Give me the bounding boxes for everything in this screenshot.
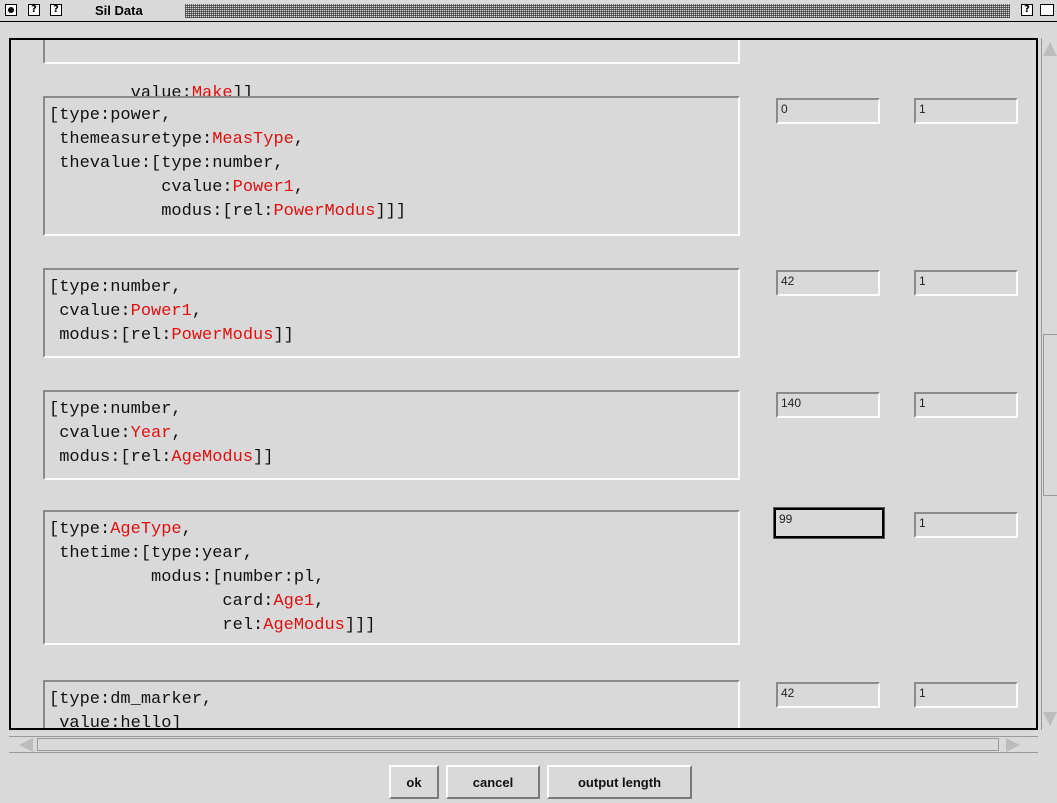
code-token: cvalue: xyxy=(49,424,131,443)
code-token: modus:[rel: xyxy=(49,202,274,221)
scroll-right-icon[interactable] xyxy=(1006,738,1020,752)
count-field-1[interactable]: 0 xyxy=(776,98,880,124)
code-token: ]] xyxy=(273,326,294,345)
ok-button[interactable]: ok xyxy=(389,765,439,799)
code-token: modus:[rel: xyxy=(49,448,172,467)
code-token: [type:number, xyxy=(49,400,182,419)
box-line: [type:dm_marker, xyxy=(49,688,738,712)
help-icon-right[interactable]: ? xyxy=(1021,4,1033,16)
code-token: , xyxy=(293,130,305,149)
code-token: thevalue:[type:number, xyxy=(49,154,284,173)
code-token: cvalue: xyxy=(49,178,233,197)
box-line: [type:power, xyxy=(49,104,738,128)
cancel-button[interactable]: cancel xyxy=(446,765,540,799)
data-box-0[interactable]: value:Make]] xyxy=(43,40,740,103)
code-token: ]] xyxy=(253,448,274,467)
code-token: card: xyxy=(49,592,274,611)
code-token: rel: xyxy=(49,616,264,635)
code-token: , xyxy=(293,178,305,197)
box-line: [type:number, xyxy=(49,398,738,422)
box-line: cvalue:Power1, xyxy=(49,176,738,200)
title-bar: ? ? Sil Data ? xyxy=(0,0,1057,22)
count-field-4[interactable]: 99 xyxy=(773,507,885,539)
box-line: modus:[rel:AgeModus]] xyxy=(49,446,738,470)
box-line: modus:[number:pl, xyxy=(49,566,738,590)
box-line: modus:[rel:PowerModus]] xyxy=(49,324,738,348)
box-line: thetime:[type:year, xyxy=(49,542,738,566)
code-token: , xyxy=(171,424,182,443)
box-line: [type:AgeType, xyxy=(49,518,738,542)
data-box-5[interactable]: [type:dm_marker, value:hello] xyxy=(43,680,740,730)
code-token: ]]] xyxy=(344,616,376,635)
horizontal-scrollbar[interactable] xyxy=(9,736,1038,753)
scroll-down-icon[interactable] xyxy=(1043,712,1057,726)
help-icon-2[interactable]: ? xyxy=(50,4,62,16)
variable-token: Power1 xyxy=(130,302,192,321)
code-token: ]]] xyxy=(375,202,407,221)
box-line: [type:number, xyxy=(49,276,738,300)
output-length-button[interactable]: output length xyxy=(547,765,692,799)
code-token: [type:dm_marker, xyxy=(49,690,213,709)
data-box-3[interactable]: [type:number, cvalue:Year, modus:[rel:Ag… xyxy=(43,390,740,480)
weight-field-2[interactable]: 1 xyxy=(914,270,1018,296)
vertical-scroll-thumb[interactable] xyxy=(1043,334,1057,496)
box-line: value:hello] xyxy=(49,712,738,730)
code-token: cvalue: xyxy=(49,302,131,321)
help-icon[interactable]: ? xyxy=(28,4,40,16)
window-title: Sil Data xyxy=(95,3,143,18)
weight-field-3[interactable]: 1 xyxy=(914,392,1018,418)
code-token: modus:[number:pl, xyxy=(49,568,325,587)
scroll-left-icon[interactable] xyxy=(19,738,33,752)
code-token: thetime:[type:year, xyxy=(49,544,254,563)
weight-field-5[interactable]: 1 xyxy=(914,682,1018,708)
box-line: themeasuretype:MeasType, xyxy=(49,128,738,152)
scroll-up-icon[interactable] xyxy=(1043,42,1057,56)
vertical-scrollbar[interactable] xyxy=(1041,38,1057,730)
variable-token: PowerModus xyxy=(171,326,274,345)
window-menu-icon[interactable] xyxy=(5,4,17,16)
box-line: thevalue:[type:number, xyxy=(49,152,738,176)
variable-token: MeasType xyxy=(212,130,294,149)
variable-token: AgeModus xyxy=(263,616,345,635)
variable-token: Age1 xyxy=(273,592,315,611)
code-token: , xyxy=(181,520,192,539)
box-line: cvalue:Year, xyxy=(49,422,738,446)
variable-token: AgeModus xyxy=(171,448,254,467)
code-token: [type:number, xyxy=(49,278,182,297)
box-line: rel:AgeModus]]] xyxy=(49,614,738,638)
code-token: value:hello] xyxy=(49,714,182,730)
variable-token: Year xyxy=(130,424,172,443)
maximize-icon[interactable] xyxy=(1040,4,1054,16)
count-field-2[interactable]: 42 xyxy=(776,270,880,296)
weight-field-4[interactable]: 1 xyxy=(914,512,1018,538)
box-line: modus:[rel:PowerModus]]] xyxy=(49,200,738,224)
code-token: , xyxy=(191,302,203,321)
variable-token: AgeType xyxy=(110,520,182,539)
data-scroll-area[interactable]: value:Make]] [type:power, themeasuretype… xyxy=(9,38,1038,730)
data-box-4[interactable]: [type:AgeType, thetime:[type:year, modus… xyxy=(43,510,740,645)
code-token: themeasuretype: xyxy=(49,130,213,149)
data-box-2[interactable]: [type:number, cvalue:Power1, modus:[rel:… xyxy=(43,268,740,358)
horizontal-scroll-thumb[interactable] xyxy=(37,738,999,751)
code-token: modus:[rel: xyxy=(49,326,172,345)
code-token: [type:power, xyxy=(49,106,172,125)
code-token: , xyxy=(314,592,325,611)
weight-field-1[interactable]: 1 xyxy=(914,98,1018,124)
data-box-1[interactable]: [type:power, themeasuretype:MeasType, th… xyxy=(43,96,740,236)
variable-token: PowerModus xyxy=(273,202,376,221)
count-field-5[interactable]: 42 xyxy=(776,682,880,708)
count-field-3[interactable]: 140 xyxy=(776,392,880,418)
variable-token: Power1 xyxy=(232,178,294,197)
code-token: [type: xyxy=(49,520,111,539)
box-line: cvalue:Power1, xyxy=(49,300,738,324)
box-line: card:Age1, xyxy=(49,590,738,614)
title-drag-area[interactable] xyxy=(185,4,1010,18)
